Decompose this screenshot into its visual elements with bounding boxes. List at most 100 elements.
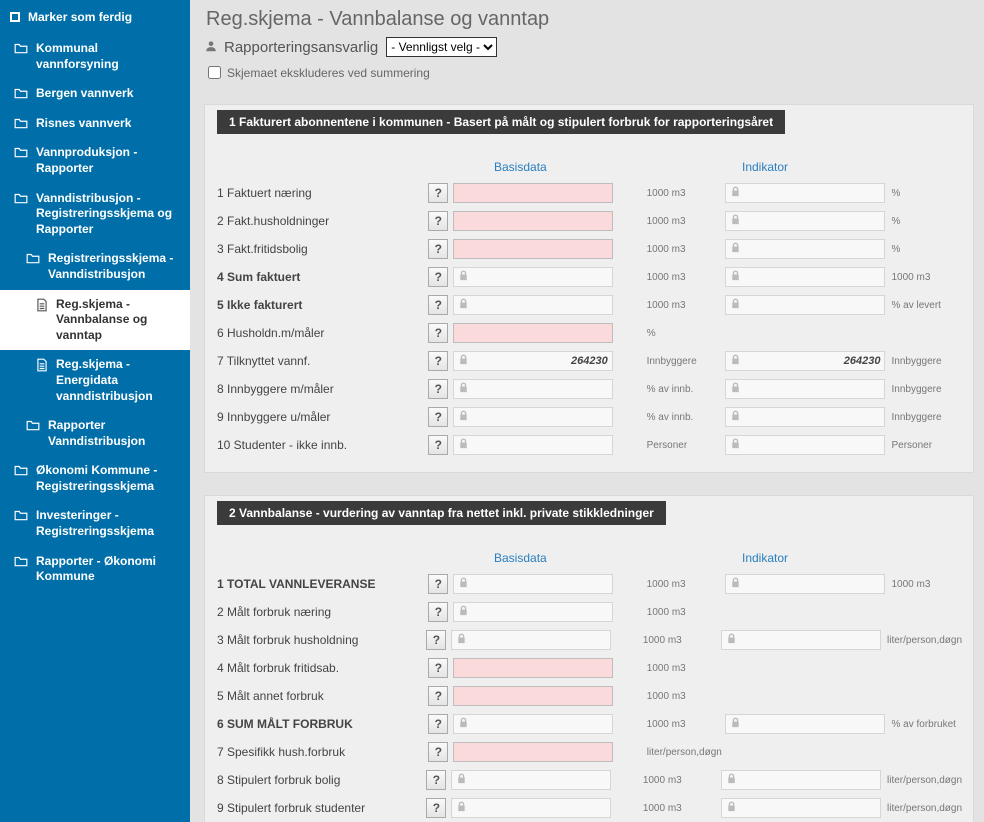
indikator-readonly (725, 295, 885, 315)
help-button[interactable]: ? (428, 295, 448, 315)
form-row: 10 Studenter - ikke innb. ? Personer Per… (217, 432, 961, 458)
help-button[interactable]: ? (428, 407, 448, 427)
sidebar-item-label: Vanndistribusjon - Registreringsskjema o… (36, 191, 180, 238)
basis-input[interactable] (453, 211, 613, 231)
help-button[interactable]: ? (428, 323, 448, 343)
form-row: 6 SUM MÅLT FORBRUK ? 1000 m3 % av forbru… (217, 711, 961, 737)
lock-icon (458, 717, 469, 731)
lock-icon (730, 354, 741, 368)
basis-input[interactable] (453, 183, 613, 203)
basis-input[interactable] (453, 742, 613, 762)
help-button[interactable]: ? (428, 239, 448, 259)
indikator-unit: Innbyggere (885, 356, 961, 367)
indikator-unit: liter/person,døgn (881, 775, 961, 786)
lock-icon (456, 801, 467, 815)
lock-icon (730, 717, 741, 731)
indikator-readonly (725, 379, 885, 399)
exclude-label: Skjemaet ekskluderes ved summering (227, 66, 430, 80)
help-button[interactable]: ? (426, 770, 446, 790)
form-row: 5 Ikke fakturert ? 1000 m3 % av levert (217, 292, 961, 318)
help-button[interactable]: ? (428, 714, 448, 734)
indikator-unit: % (885, 244, 961, 255)
help-button[interactable]: ? (428, 211, 448, 231)
file-icon (36, 298, 48, 312)
row-label: 9 Stipulert forbruk studenter (217, 801, 426, 815)
form-row: 8 Stipulert forbruk bolig ? 1000 m3 lite… (217, 767, 961, 793)
lock-icon (730, 382, 741, 396)
basis-unit: 1000 m3 (637, 803, 721, 814)
basis-input[interactable] (453, 686, 613, 706)
responsible-select[interactable]: - Vennligst velg - (386, 37, 497, 57)
row-label: 1 TOTAL VANNLEVERANSE (217, 577, 428, 591)
form-row: 6 Husholdn.m/måler ? % (217, 320, 961, 346)
indikator-readonly (725, 267, 885, 287)
help-button[interactable]: ? (428, 574, 448, 594)
help-button[interactable]: ? (428, 267, 448, 287)
sidebar-item-label: Bergen vannverk (36, 86, 133, 102)
sidebar-item-10[interactable]: Investeringer - Registreringsskjema (0, 501, 190, 546)
lock-icon (458, 410, 469, 424)
basis-unit: 1000 m3 (637, 775, 721, 786)
folder-icon (14, 117, 28, 129)
help-button[interactable]: ? (428, 658, 448, 678)
lock-icon (458, 298, 469, 312)
basis-unit: % av innb. (641, 412, 726, 423)
basis-unit: 1000 m3 (641, 663, 726, 674)
sidebar-item-1[interactable]: Bergen vannverk (0, 79, 190, 109)
indikator-unit: Innbyggere (885, 384, 961, 395)
basis-unit: 1000 m3 (641, 691, 726, 702)
help-button[interactable]: ? (428, 602, 448, 622)
form-row: 2 Målt forbruk næring ? 1000 m3 (217, 599, 961, 625)
form-row: 3 Fakt.fritidsbolig ? 1000 m3 % (217, 236, 961, 262)
sidebar-item-label: Rapporter Vanndistribusjon (48, 418, 180, 449)
help-button[interactable]: ? (426, 798, 446, 818)
help-button[interactable]: ? (428, 183, 448, 203)
basis-input[interactable] (453, 658, 613, 678)
form-row: 1 Faktuert næring ? 1000 m3 % (217, 180, 961, 206)
indikator-readonly (725, 574, 885, 594)
indikator-readonly (721, 798, 881, 818)
form-row: 2 Fakt.husholdninger ? 1000 m3 % (217, 208, 961, 234)
row-label: 1 Faktuert næring (217, 186, 428, 200)
help-button[interactable]: ? (428, 686, 448, 706)
sidebar-item-6[interactable]: Reg.skjema - Vannbalanse og vanntap (0, 290, 190, 351)
basis-readonly (453, 407, 613, 427)
folder-icon (14, 555, 28, 567)
basis-input[interactable] (453, 323, 613, 343)
sidebar: Marker som ferdig Kommunal vannforsyning… (0, 0, 190, 822)
sidebar-item-2[interactable]: Risnes vannverk (0, 109, 190, 139)
sidebar-item-4[interactable]: Vanndistribusjon - Registreringsskjema o… (0, 184, 190, 245)
responsible-label: Rapporteringsansvarlig (224, 39, 378, 56)
indikator-readonly (725, 435, 885, 455)
form-row: 8 Innbyggere m/måler ? % av innb. Innbyg… (217, 376, 961, 402)
help-button[interactable]: ? (428, 435, 448, 455)
lock-icon (730, 186, 741, 200)
sidebar-item-11[interactable]: Rapporter - Økonomi Kommune (0, 547, 190, 592)
lock-icon (458, 438, 469, 452)
basis-unit: 1000 m3 (637, 635, 721, 646)
help-button[interactable]: ? (426, 630, 446, 650)
sidebar-item-7[interactable]: Reg.skjema - Energidata vanndistribusjon (0, 350, 190, 411)
responsible-row: Rapporteringsansvarlig - Vennligst velg … (204, 37, 974, 57)
sidebar-item-5[interactable]: Registreringsskjema - Vanndistribusjon (0, 244, 190, 289)
exclude-checkbox[interactable] (208, 66, 221, 79)
basis-input[interactable] (453, 239, 613, 259)
basis-unit: 1000 m3 (641, 272, 726, 283)
sidebar-item-0[interactable]: Kommunal vannforsyning (0, 34, 190, 79)
basis-unit: Innbyggere (641, 356, 726, 367)
basis-unit: Personer (641, 440, 726, 451)
sidebar-item-8[interactable]: Rapporter Vanndistribusjon (0, 411, 190, 456)
form-row: 3 Målt forbruk husholdning ? 1000 m3 lit… (217, 627, 961, 653)
sidebar-item-9[interactable]: Økonomi Kommune - Registreringsskjema (0, 456, 190, 501)
help-button[interactable]: ? (428, 742, 448, 762)
sidebar-item-label: Kommunal vannforsyning (36, 41, 180, 72)
help-button[interactable]: ? (428, 379, 448, 399)
sidebar-mark-complete[interactable]: Marker som ferdig (0, 4, 190, 34)
indikator-unit: 1000 m3 (885, 579, 961, 590)
section-2: 2 Vannbalanse - vurdering av vanntap fra… (204, 495, 974, 822)
row-label: 2 Fakt.husholdninger (217, 214, 428, 228)
help-button[interactable]: ? (428, 351, 448, 371)
sidebar-item-3[interactable]: Vannproduksjon - Rapporter (0, 138, 190, 183)
folder-icon (14, 464, 28, 476)
form-row: 5 Målt annet forbruk ? 1000 m3 (217, 683, 961, 709)
